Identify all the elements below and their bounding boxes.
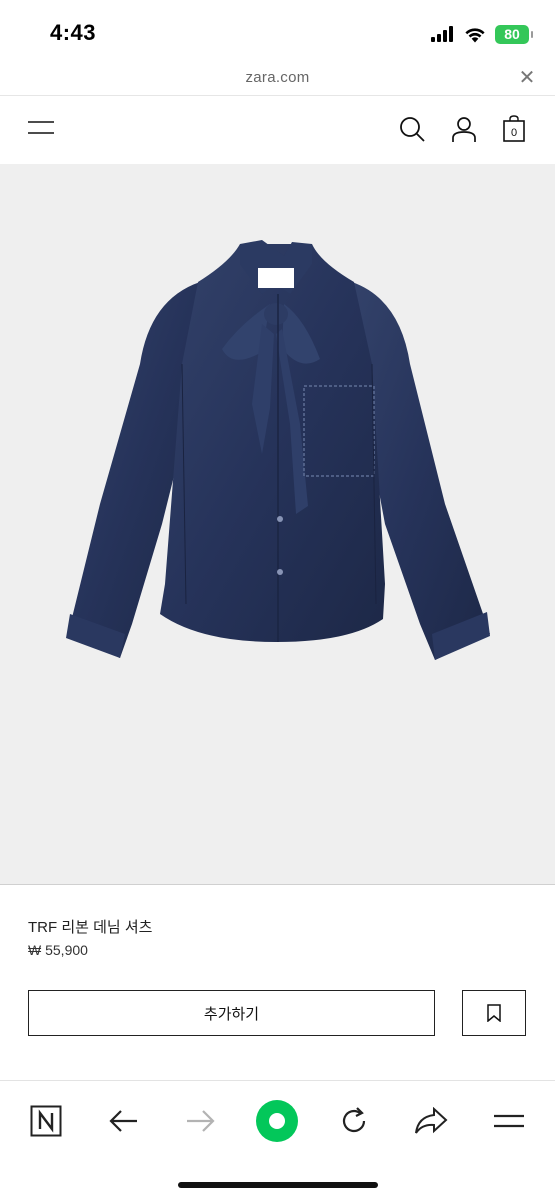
bookmark-button[interactable]: [462, 990, 526, 1036]
hamburger-menu-icon[interactable]: [28, 116, 54, 140]
product-name: TRF 리본 데님 셔츠: [28, 919, 153, 936]
status-icons: 80: [431, 23, 533, 45]
url-text[interactable]: zara.com: [0, 69, 555, 86]
close-icon[interactable]: ✕: [517, 66, 537, 90]
naver-n-icon[interactable]: [24, 1099, 68, 1143]
share-icon[interactable]: [409, 1099, 453, 1143]
battery-indicator: 80: [495, 24, 533, 44]
search-icon[interactable]: [398, 115, 426, 143]
product-image[interactable]: [0, 164, 555, 884]
add-to-cart-button[interactable]: 추가하기: [28, 990, 435, 1036]
browser-toolbar: [0, 1080, 555, 1200]
cellular-signal-icon: [431, 26, 453, 42]
denim-shirt-illustration: [66, 240, 490, 660]
shopping-bag-icon[interactable]: 0: [501, 115, 529, 143]
url-bar[interactable]: zara.com ✕: [0, 62, 555, 96]
refresh-icon[interactable]: [332, 1099, 376, 1143]
product-price: ₩ 55,900: [28, 942, 88, 958]
more-menu-icon[interactable]: [487, 1099, 531, 1143]
green-dot-icon[interactable]: [255, 1099, 299, 1143]
site-header: 0: [0, 96, 555, 164]
back-arrow-icon[interactable]: [102, 1099, 146, 1143]
bookmark-icon: [487, 1004, 501, 1022]
status-time: 4:43: [50, 20, 97, 45]
battery-level: 80: [504, 26, 520, 42]
status-bar: 4:43 80: [0, 0, 555, 62]
forward-arrow-icon[interactable]: [178, 1099, 222, 1143]
product-info: TRF 리본 데님 셔츠 ₩ 55,900 추가하기: [0, 884, 555, 1080]
cart-count: 0: [511, 127, 517, 139]
home-indicator: [178, 1182, 378, 1188]
wifi-icon: [465, 27, 485, 42]
user-icon[interactable]: [450, 115, 478, 143]
